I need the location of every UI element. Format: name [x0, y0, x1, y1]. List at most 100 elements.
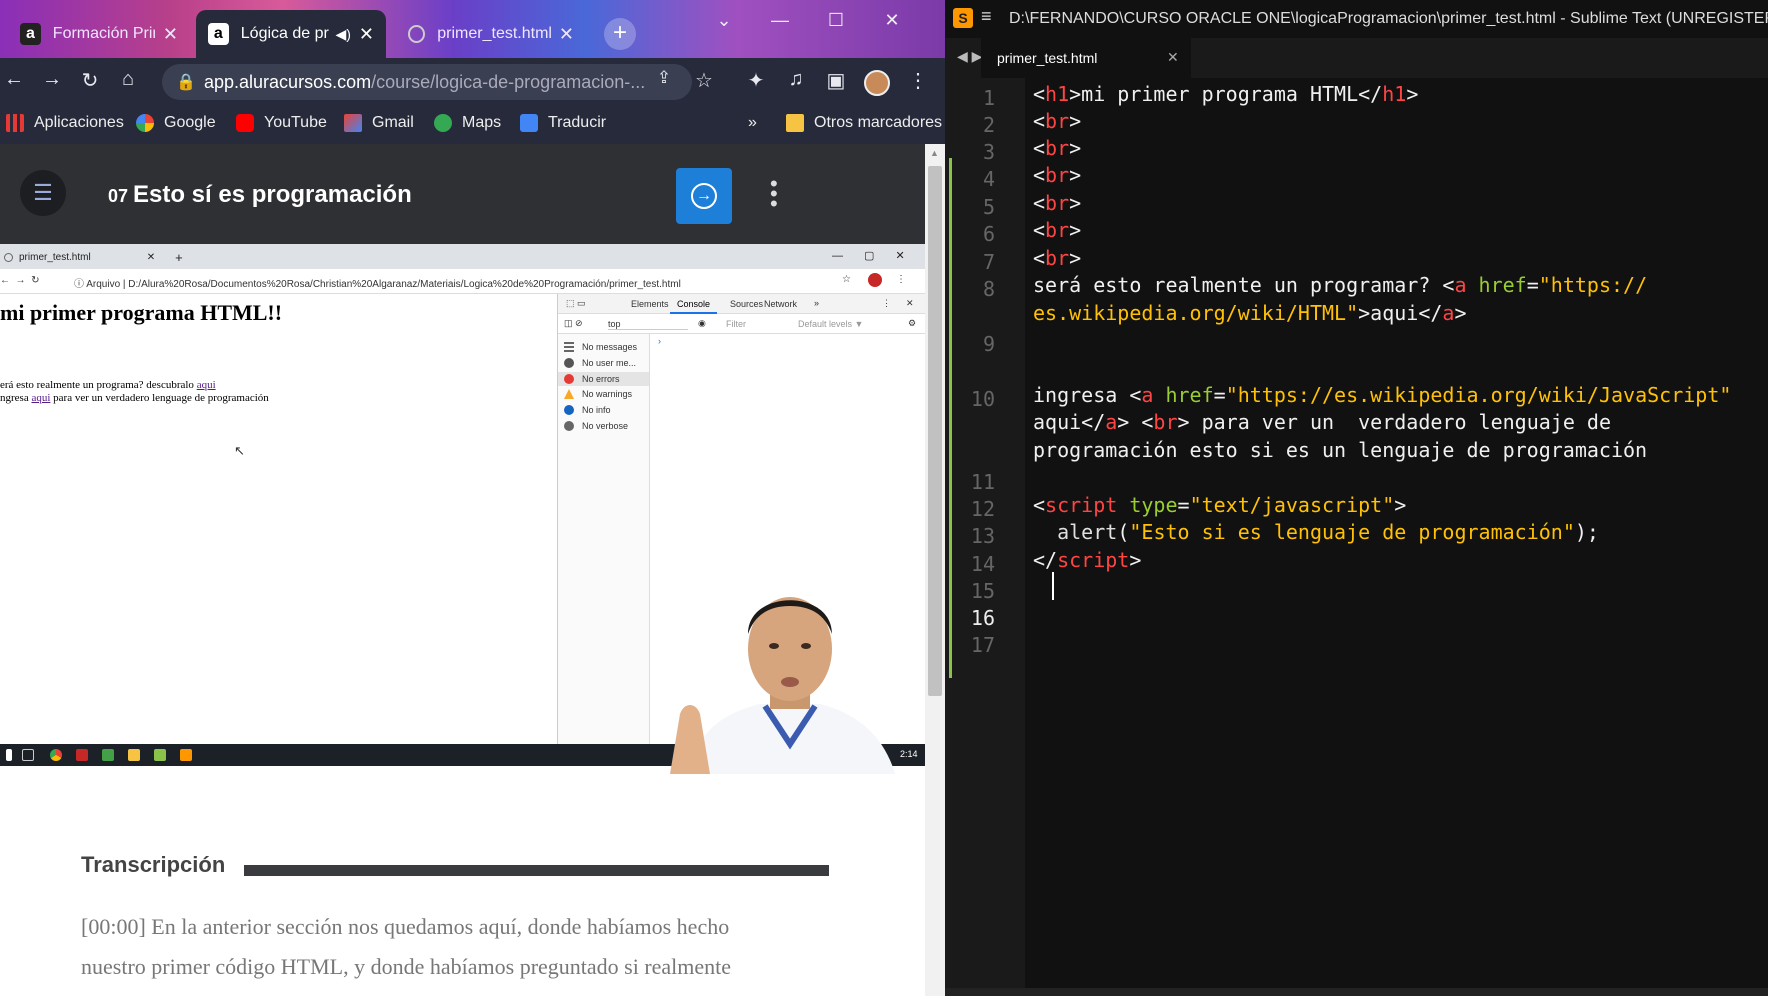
star-icon: ☆	[842, 274, 851, 285]
line-number: 3	[982, 140, 995, 164]
bookmark-youtube[interactable]: YouTube	[236, 114, 327, 132]
code-line-2: <br>	[1033, 109, 1082, 133]
reload-icon[interactable]: ↻	[76, 68, 104, 93]
devtools-tab: Elements	[631, 299, 669, 309]
close-tab-icon[interactable]: ✕	[1167, 49, 1179, 66]
inner-tab-label: primer_test.html	[19, 252, 91, 263]
msg-errors: No errors	[558, 372, 649, 386]
line-number: 7	[982, 250, 995, 274]
audio-icon[interactable]: ◀)	[335, 26, 350, 43]
close-tab-icon[interactable]: ✕	[559, 24, 574, 45]
scrollbar[interactable]: ▲	[925, 144, 945, 996]
close-tab-icon[interactable]: ✕	[359, 24, 374, 45]
code-editor[interactable]: <h1>mi primer programa HTML</h1> <br> <b…	[1025, 78, 1768, 996]
msg-all: No messages	[564, 342, 637, 352]
video-player[interactable]: primer_test.html ✕ + — ▢ ✕ ← → ↻ ⓘ Arqui…	[0, 244, 925, 774]
globe-icon	[408, 25, 426, 43]
folder-icon	[786, 114, 804, 132]
sublime-statusbar	[945, 988, 1768, 996]
alura-favicon-icon: a	[208, 23, 229, 45]
devtools-tab: Network	[764, 299, 798, 309]
globe-icon	[4, 253, 13, 262]
line-number: 2	[982, 113, 995, 137]
extensions-icon[interactable]: ✦	[742, 68, 770, 93]
apps-icon	[6, 114, 24, 132]
bookmarks-overflow[interactable]: »	[748, 114, 757, 132]
transcription-line: nuestro primer código HTML, y donde habí…	[81, 954, 732, 979]
scroll-thumb[interactable]	[928, 166, 942, 696]
bookmark-translate[interactable]: Traducir	[520, 114, 606, 132]
inner-nav: ← → ↻	[0, 275, 40, 286]
new-tab-button[interactable]: +	[604, 18, 636, 50]
bookmark-label: Gmail	[372, 114, 414, 131]
address-bar[interactable]: 🔒 app.aluracursos.com/course/logica-de-p…	[162, 64, 692, 100]
bookmark-label: Otros marcadores	[814, 114, 943, 131]
home-icon[interactable]: ⌂	[114, 68, 142, 91]
line-gutter: 1 2 3 4 5 6 7 8 9 10 11 12 13 14 15 16 17	[945, 78, 1025, 996]
sublime-titlebar: S ≡ D:\FERNANDO\CURSO ORACLE ONE\logicaP…	[945, 0, 1768, 38]
maximize-button[interactable]: ☐	[808, 0, 864, 40]
devtools-tab-console: Console	[670, 294, 718, 314]
bug-icon	[564, 421, 574, 431]
tab-search-icon[interactable]: ⌄	[696, 0, 752, 40]
filter-input: Filter	[726, 319, 746, 329]
screen: a Formación Principia ✕ a Lógica de prog…	[0, 0, 1768, 996]
hamburger-icon[interactable]: ≡	[981, 6, 992, 27]
sublime-tab[interactable]: primer_test.html ✕	[981, 38, 1191, 78]
tab-primer-test[interactable]: primer_test.html ✕	[396, 10, 586, 58]
levels-select: Default levels ▼	[798, 319, 864, 329]
inner-window-controls: — ▢ ✕	[832, 250, 905, 262]
lock-icon: 🔒	[176, 74, 196, 91]
share-icon[interactable]: ⇪	[650, 68, 678, 88]
other-bookmarks[interactable]: Otros marcadores	[786, 114, 942, 132]
maps-icon	[434, 114, 452, 132]
presenter-image	[670, 597, 895, 774]
msg-label: No verbose	[582, 421, 629, 431]
chrome-window: a Formación Principia ✕ a Lógica de prog…	[0, 0, 945, 996]
inner-url-path: D:/Alura%20Rosa/Documentos%20Rosa/Christ…	[128, 279, 681, 290]
sidepanel-icon[interactable]: ▣	[822, 68, 850, 93]
info-icon: ⓘ	[74, 279, 87, 290]
code-line-12: <script type="text/javascript">	[1033, 493, 1407, 517]
bookmark-apps[interactable]: Aplicaciones	[6, 114, 124, 132]
course-menu-button[interactable]: ☰	[20, 170, 66, 216]
sublime-tab-label: primer_test.html	[997, 50, 1098, 66]
back-icon[interactable]: ←	[0, 68, 28, 91]
media-icon[interactable]: ♫	[782, 68, 810, 91]
next-lesson-button[interactable]: →	[676, 168, 732, 224]
close-tab-icon[interactable]: ✕	[163, 24, 178, 45]
line-number: 9	[982, 332, 995, 356]
inner-url-scheme: Arquivo	[86, 279, 121, 290]
bookmark-google[interactable]: Google	[136, 114, 216, 132]
close-window-button[interactable]: ✕	[864, 0, 920, 40]
inner-link: aqui	[196, 379, 216, 391]
bookmark-maps[interactable]: Maps	[434, 114, 501, 132]
line-number: 14	[970, 552, 995, 576]
more-tabs-icon: »	[814, 298, 820, 308]
code-line-6: <br>	[1033, 218, 1082, 242]
inspect-icon: ⬚ ▭	[566, 298, 586, 308]
bookmarks-bar: Aplicaciones Google YouTube Gmail Maps T…	[0, 106, 945, 144]
tab-label: primer_test.html	[437, 25, 551, 42]
transcription-line: [00:00] En la anterior sección nos queda…	[81, 914, 730, 939]
scroll-up-icon[interactable]: ▲	[930, 148, 939, 158]
translate-icon	[520, 114, 538, 132]
gmail-icon	[344, 114, 362, 132]
star-icon[interactable]: ☆	[690, 68, 718, 93]
more-options-icon[interactable]: • • •	[770, 173, 778, 215]
forward-icon[interactable]: →	[38, 68, 66, 91]
menu-icon[interactable]: ⋮	[904, 68, 932, 93]
minimize-button[interactable]: —	[752, 0, 808, 40]
google-icon	[136, 114, 154, 132]
code-line-8-wrap: es.wikipedia.org/wiki/HTML">aqui</a>	[1033, 301, 1467, 325]
tab-nav-icon[interactable]: ◀ ▶	[957, 48, 982, 65]
url-path: /course/logica-de-programacion-...	[371, 71, 646, 92]
devtools-tabs: ⬚ ▭ Elements Console Sources Network » ⋮…	[558, 294, 925, 314]
transcription-heading: Transcripción	[81, 852, 226, 877]
avatar[interactable]	[864, 70, 890, 96]
url-host: app.aluracursos.com	[204, 71, 372, 92]
tab-logica[interactable]: a Lógica de programación ◀) ✕	[196, 10, 386, 58]
bookmark-gmail[interactable]: Gmail	[344, 114, 414, 132]
code-line-10-wrap: aqui</a> <br> para ver un verdadero leng…	[1033, 410, 1611, 434]
tab-formacion[interactable]: a Formación Principia ✕	[8, 10, 190, 58]
